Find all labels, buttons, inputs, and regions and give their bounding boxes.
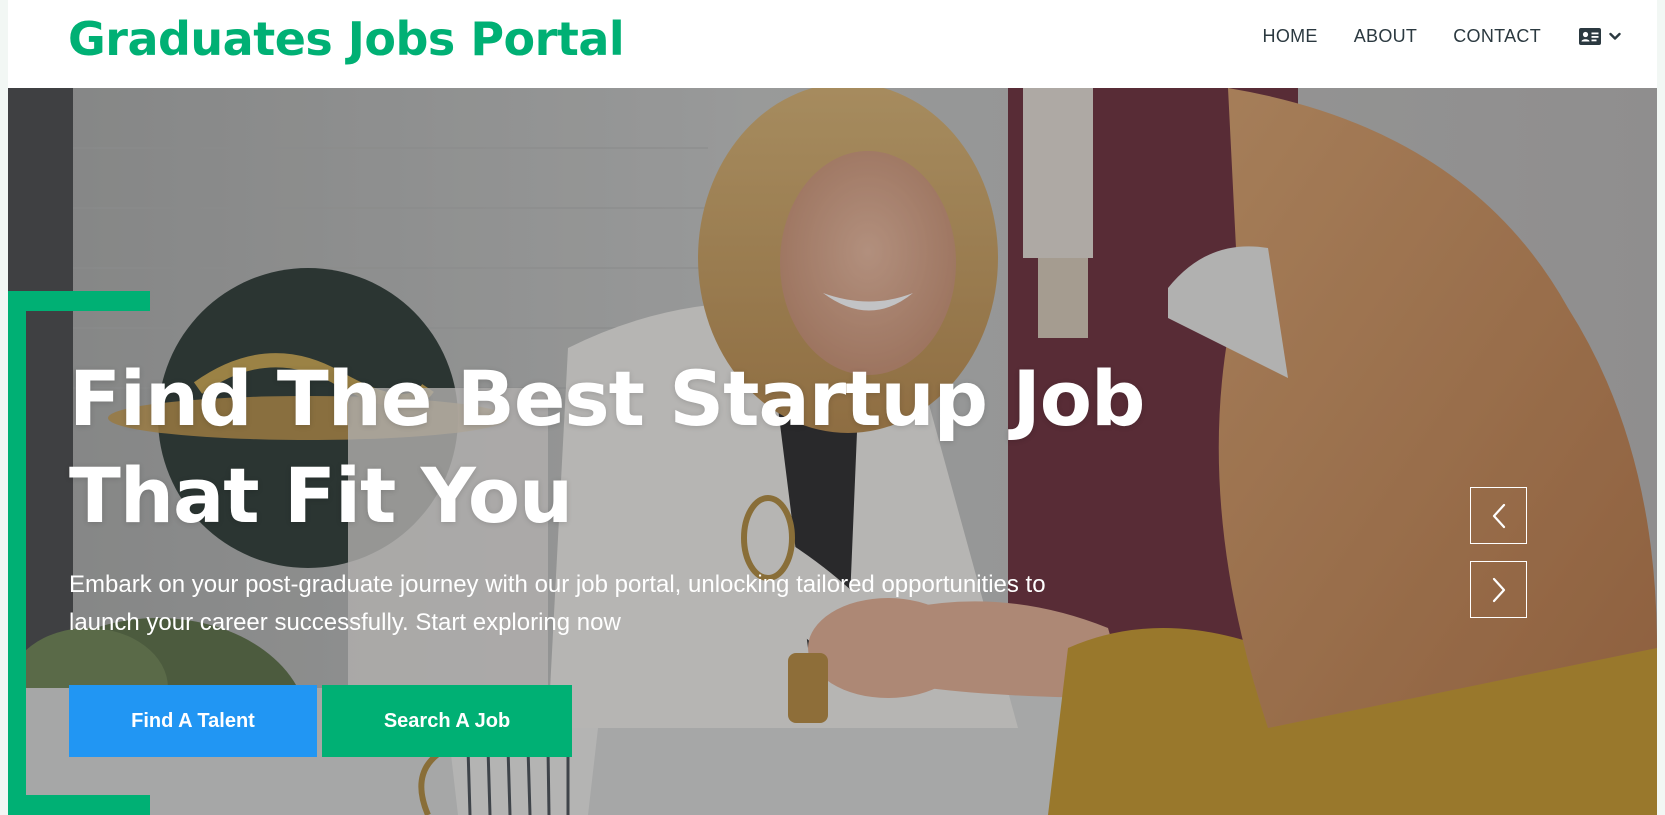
hero-subtext-line2: launch your career successfully. Start e…	[69, 609, 621, 636]
chevron-down-icon	[1609, 32, 1621, 41]
hero-headline: Find The Best Startup Job That Fit You	[69, 350, 1169, 544]
search-job-button[interactable]: Search A Job	[322, 685, 572, 757]
nav-contact-link[interactable]: CONTACT	[1453, 26, 1541, 47]
chevron-left-icon	[1491, 503, 1507, 529]
hero-headline-line2: That Fit You	[69, 451, 573, 540]
find-talent-button[interactable]: Find A Talent	[69, 685, 317, 757]
id-card-icon	[1579, 28, 1601, 45]
hero-headline-line1: Find The Best Startup Job	[69, 354, 1145, 443]
nav-about-link[interactable]: ABOUT	[1354, 26, 1418, 47]
hero-section: Find The Best Startup Job That Fit You E…	[8, 88, 1657, 815]
navbar: Graduates Jobs Portal HOME ABOUT CONTACT	[8, 0, 1657, 88]
main-nav: HOME ABOUT CONTACT	[1263, 26, 1621, 47]
page: Graduates Jobs Portal HOME ABOUT CONTACT	[8, 0, 1657, 815]
carousel-next-button[interactable]	[1470, 561, 1527, 618]
brand-logo[interactable]: Graduates Jobs Portal	[68, 12, 625, 66]
profile-menu[interactable]	[1579, 28, 1621, 45]
chevron-right-icon	[1491, 577, 1507, 603]
hero-subtext: Embark on your post-graduate journey wit…	[69, 566, 1109, 642]
carousel-prev-button[interactable]	[1470, 487, 1527, 544]
nav-home-link[interactable]: HOME	[1263, 26, 1318, 47]
hero-subtext-line1: Embark on your post-graduate journey wit…	[69, 571, 1046, 598]
